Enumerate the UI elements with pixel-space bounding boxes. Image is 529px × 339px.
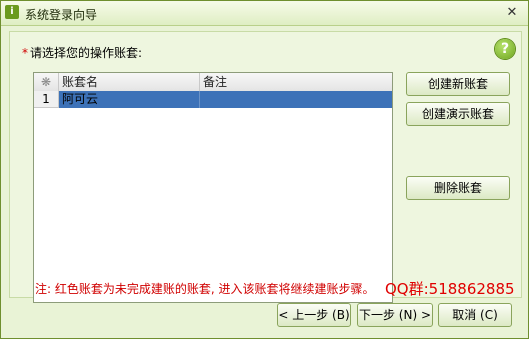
required-mark: * — [22, 46, 28, 60]
close-icon[interactable]: ✕ — [506, 6, 518, 19]
table-row[interactable]: 1 阿可云 — [34, 91, 392, 108]
column-header-remark[interactable]: 备注 — [200, 73, 390, 91]
red-account-note: 注: 红色账套为未完成建账的账套, 进入该账套将继续建账步骤。 — [35, 282, 375, 296]
account-prompt: * 请选择您的操作账套: — [22, 44, 142, 61]
create-new-account-button[interactable]: 创建新账套 — [406, 72, 510, 96]
row-index: 1 — [34, 91, 59, 108]
next-step-button[interactable]: 下一步 (N) > — [357, 303, 433, 327]
row-remark[interactable] — [200, 91, 392, 108]
delete-account-button[interactable]: 删除账套 — [406, 176, 510, 200]
cancel-button[interactable]: 取消 (C) — [438, 303, 512, 327]
column-header-index: ❋ — [34, 73, 59, 91]
table-header: ❋ 账套名 备注 — [34, 73, 392, 92]
app-icon: i — [5, 5, 19, 19]
help-icon[interactable]: ? — [495, 39, 515, 59]
qq-group-watermark: QQ群:518862885 — [385, 280, 515, 298]
login-wizard-window: i 系统登录向导 ✕ * 请选择您的操作账套: ? ❋ 账套名 备注 1 阿可云 … — [0, 0, 529, 339]
create-demo-account-button[interactable]: 创建演示账套 — [406, 102, 510, 126]
account-table[interactable]: ❋ 账套名 备注 1 阿可云 — [33, 72, 393, 303]
row-account-name[interactable]: 阿可云 — [59, 91, 200, 108]
titlebar: i 系统登录向导 ✕ — [1, 1, 528, 26]
prompt-label: 请选择您的操作账套: — [30, 46, 143, 60]
window-title: 系统登录向导 — [25, 8, 98, 22]
prev-step-button[interactable]: < 上一步 (B) — [277, 303, 351, 327]
column-header-name[interactable]: 账套名 — [59, 73, 200, 91]
